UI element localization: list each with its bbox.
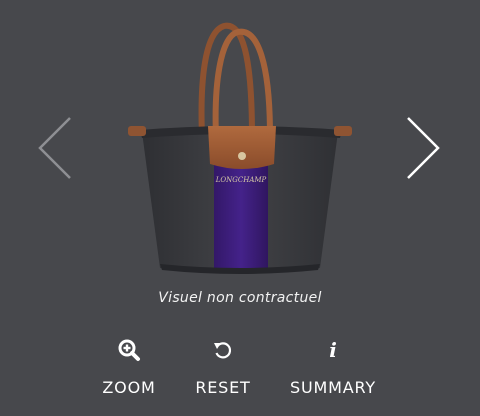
summary-button[interactable]: i SUMMARY: [278, 332, 388, 408]
viewer-toolbar: ZOOM RESET i SUMMARY: [0, 332, 480, 416]
product-image: LONGCHAMP: [120, 14, 360, 280]
reset-button[interactable]: RESET: [168, 332, 278, 408]
product-logo: LONGCHAMP: [215, 176, 267, 184]
info-icon: i: [329, 338, 337, 362]
reset-label: RESET: [195, 378, 251, 397]
product-viewer: LONGCHAMP: [0, 0, 480, 290]
image-disclaimer: Visuel non contractuel: [158, 290, 322, 306]
previous-view-button[interactable]: [30, 110, 78, 186]
reset-icon: [168, 338, 278, 362]
summary-label: SUMMARY: [290, 378, 376, 397]
next-view-button[interactable]: [400, 110, 448, 186]
chevron-right-icon: [407, 117, 440, 179]
chevron-left-icon: [38, 117, 71, 179]
